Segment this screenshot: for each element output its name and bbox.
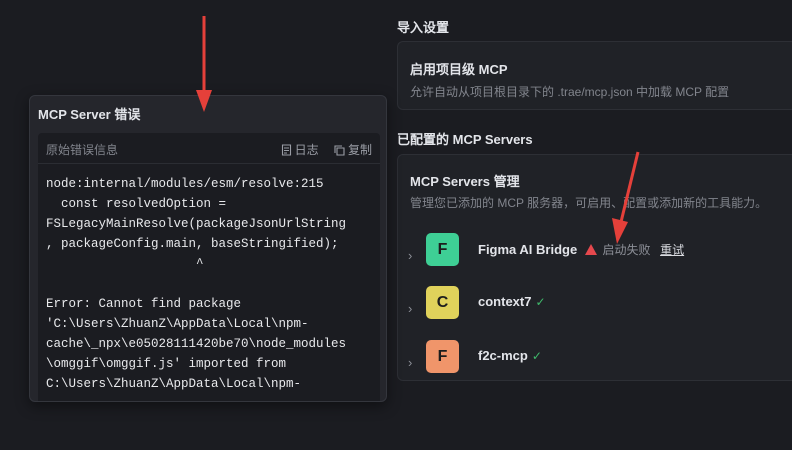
check-icon: ✓ [535, 295, 546, 309]
copy-button[interactable]: 复制 [334, 143, 372, 157]
server-name: context7 [478, 294, 532, 309]
mcp-servers-card: MCP Servers 管理 管理您已添加的 MCP 服务器，可启用、配置或添加… [397, 154, 792, 381]
copy-icon [334, 145, 345, 156]
configured-servers-title: 已配置的 MCP Servers [397, 132, 533, 147]
retry-link[interactable]: 重试 [660, 243, 684, 257]
error-subtitle: 原始错误信息 [46, 143, 119, 157]
project-mcp-desc: 允许自动从项目根目录下的 .trae/mcp.json 中加载 MCP 配置 [410, 85, 730, 99]
divider [38, 163, 380, 164]
mcp-manage-desc: 管理您已添加的 MCP 服务器，可启用、配置或添加新的工具能力。 [410, 196, 768, 210]
check-icon: ✓ [531, 349, 542, 363]
project-mcp-card[interactable]: 启用项目级 MCP 允许自动从项目根目录下的 .trae/mcp.json 中加… [397, 41, 792, 110]
chevron-right-icon[interactable]: › [408, 301, 412, 316]
server-avatar: C [426, 286, 459, 319]
chevron-right-icon[interactable]: › [408, 355, 412, 370]
error-popover-title: MCP Server 错误 [38, 107, 141, 122]
server-row-figma[interactable]: › F Figma AI Bridge 启动失败 重试 [398, 233, 792, 281]
mcp-error-popover: MCP Server 错误 原始错误信息 日志 复制 node:internal… [29, 95, 387, 402]
error-detail-box: 原始错误信息 日志 复制 node:internal/modules/esm/r… [38, 133, 380, 401]
error-code-text: node:internal/modules/esm/resolve:215 co… [46, 177, 347, 391]
log-button[interactable]: 日志 [281, 143, 322, 157]
chevron-right-icon[interactable]: › [408, 248, 412, 263]
copy-label: 复制 [347, 143, 372, 157]
server-row-f2c[interactable]: › F f2c-mcp ✓ [398, 340, 792, 388]
log-label: 日志 [294, 143, 319, 157]
server-status-text: 启动失败 [602, 243, 651, 257]
server-row-context7[interactable]: › C context7 ✓ [398, 286, 792, 334]
warning-icon [584, 243, 597, 258]
server-avatar: F [426, 233, 459, 266]
import-settings-title: 导入设置 [397, 20, 450, 35]
project-mcp-title: 启用项目级 MCP [410, 62, 508, 77]
server-avatar: F [426, 340, 459, 373]
server-name: Figma AI Bridge [478, 242, 578, 257]
server-name: f2c-mcp [478, 348, 528, 363]
mcp-manage-title: MCP Servers 管理 [410, 174, 520, 189]
log-icon [281, 144, 291, 156]
